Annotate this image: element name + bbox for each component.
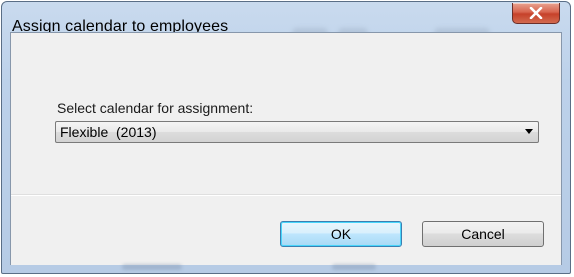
cancel-button[interactable]: Cancel bbox=[422, 221, 544, 247]
chevron-down-icon[interactable] bbox=[525, 129, 533, 134]
calendar-select-label: Select calendar for assignment: bbox=[57, 100, 254, 116]
close-x-icon bbox=[529, 7, 543, 19]
calendar-select-value: Flexible (2013) bbox=[60, 124, 157, 140]
content-panel: Select calendar for assignment: Flexible… bbox=[11, 33, 561, 195]
dialog-window: Assign calendar to employees Select cale… bbox=[1, 1, 571, 274]
ok-button[interactable]: OK bbox=[280, 221, 402, 247]
calendar-select[interactable]: Flexible (2013) bbox=[55, 121, 539, 143]
close-button[interactable] bbox=[512, 3, 560, 24]
background-blur bbox=[122, 264, 182, 270]
button-panel: OK Cancel bbox=[11, 195, 561, 265]
background-blur bbox=[332, 264, 376, 270]
dialog-client-area: Select calendar for assignment: Flexible… bbox=[10, 32, 562, 265]
